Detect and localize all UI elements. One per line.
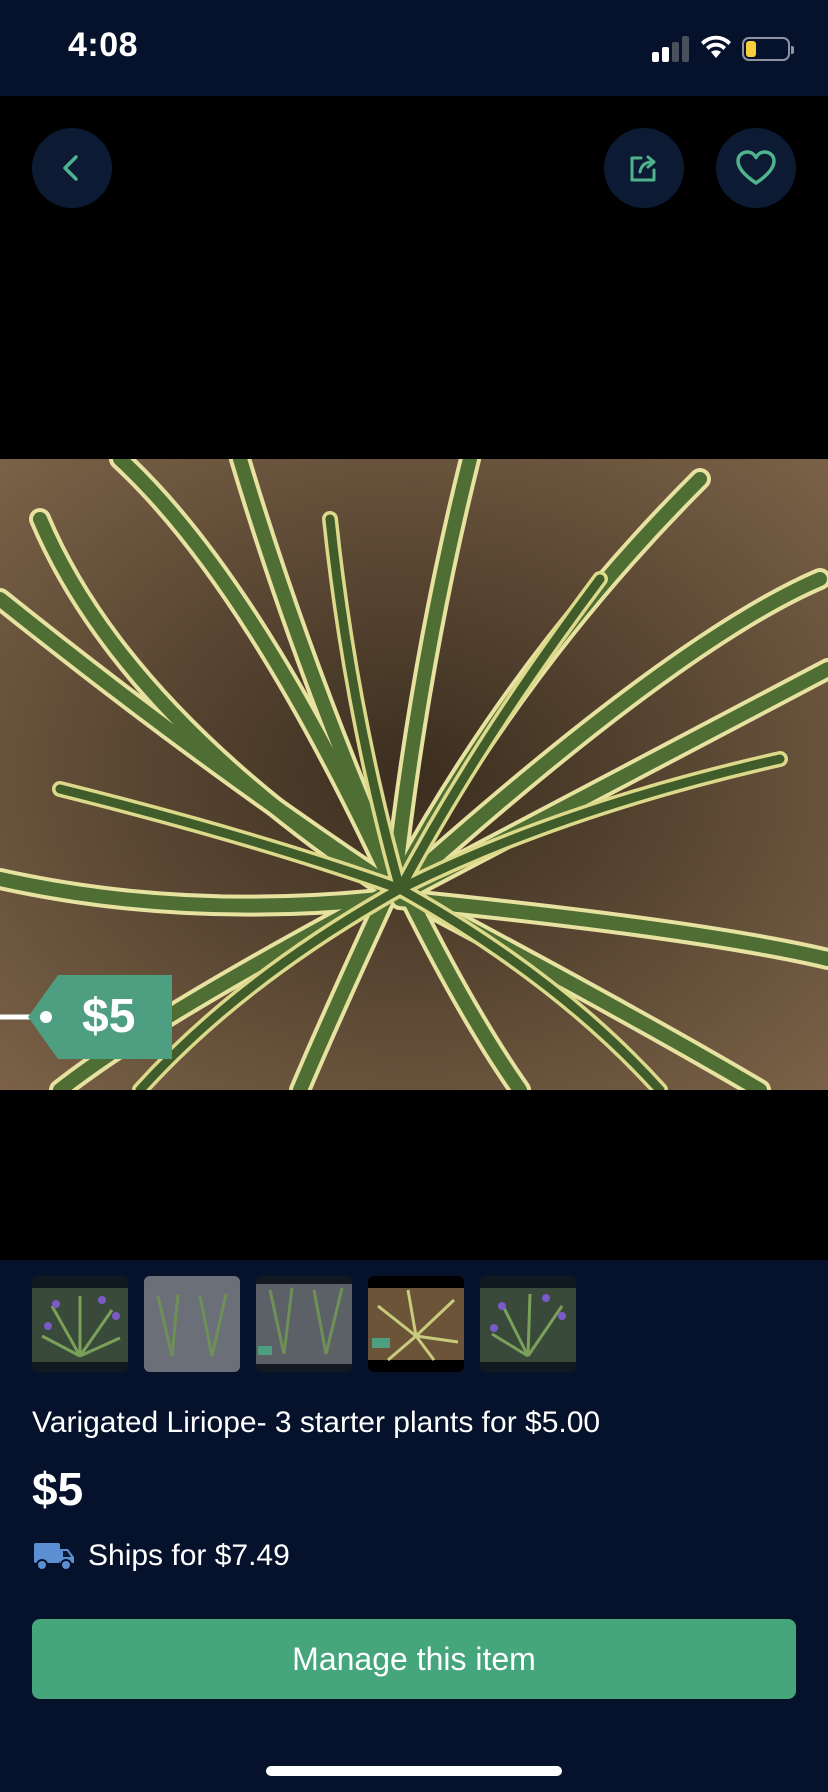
chevron-left-icon	[63, 155, 78, 181]
thumbnail-strip	[32, 1276, 576, 1374]
home-indicator[interactable]	[266, 1766, 562, 1776]
listing-price: $5	[32, 1463, 84, 1515]
price-tag-label: $5	[82, 990, 136, 1043]
thumbnail-image	[144, 1276, 240, 1372]
listing-title: Varigated Liriope- 3 starter plants for …	[32, 1406, 601, 1439]
price-tag: $5	[0, 969, 180, 1067]
signal-strength-icon	[652, 36, 690, 62]
photo-viewer[interactable]: $5	[0, 96, 828, 1260]
back-button[interactable]	[32, 128, 112, 208]
status-time: 4:08	[68, 26, 139, 64]
share-icon	[630, 155, 656, 182]
manage-item-label: Manage this item	[292, 1640, 536, 1677]
favorite-button[interactable]	[716, 128, 796, 208]
truck-icon	[34, 1543, 74, 1571]
manage-item-button[interactable]: Manage this item	[32, 1619, 796, 1699]
share-button[interactable]	[604, 128, 684, 208]
shipping-label: Ships for $7.49	[88, 1539, 290, 1572]
status-bar: 4:08	[0, 0, 828, 96]
thumbnail-4[interactable]	[368, 1276, 464, 1372]
thumbnail-1[interactable]	[32, 1276, 128, 1372]
thumbnail-3[interactable]	[256, 1276, 352, 1372]
heart-outline-icon	[736, 150, 776, 185]
shipping-info: Ships for $7.49	[32, 1534, 290, 1578]
thumbnail-2[interactable]	[144, 1276, 240, 1372]
battery-level	[746, 41, 756, 57]
thumbnail-5[interactable]	[480, 1276, 576, 1372]
thumbnail-image	[256, 1276, 352, 1372]
product-photo[interactable]: $5	[0, 459, 828, 1090]
wifi-icon	[701, 35, 731, 58]
thumbnail-image	[480, 1276, 576, 1372]
battery-icon	[742, 37, 794, 61]
thumbnail-image	[32, 1276, 128, 1372]
thumbnail-image	[368, 1276, 464, 1372]
